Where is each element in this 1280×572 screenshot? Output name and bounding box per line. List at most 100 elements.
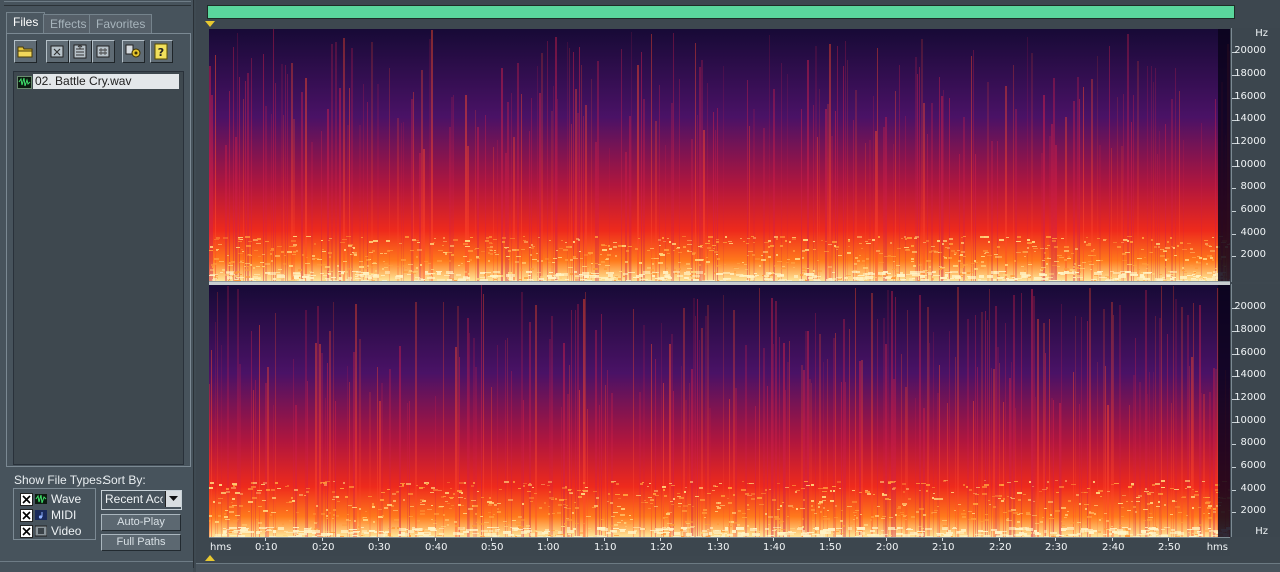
- hz-tick-label: 8000: [1240, 181, 1266, 192]
- organizer-panel: Files Effects Favorites ? 02. Battle Cry…: [0, 0, 194, 572]
- panel-top-border: [4, 1, 191, 6]
- time-tick: [491, 538, 492, 541]
- time-tick-label: 1:40: [763, 542, 786, 553]
- hz-unit-label: Hz: [1255, 28, 1268, 39]
- time-tick: [604, 538, 605, 541]
- spectrogram-image: [209, 29, 1230, 281]
- start-cursor-marker[interactable]: [205, 21, 215, 27]
- hz-tick: [1232, 256, 1236, 257]
- top-cursor-ruler: [205, 18, 1233, 28]
- wave-checkbox[interactable]: [20, 493, 33, 506]
- wave-icon: [35, 493, 47, 505]
- close-file-button[interactable]: [46, 40, 69, 63]
- video-label: Video: [51, 524, 82, 538]
- time-tick: [773, 538, 774, 541]
- time-tick-label: 2:10: [932, 542, 955, 553]
- time-tick: [999, 538, 1000, 541]
- overview-bar[interactable]: [207, 5, 1235, 19]
- time-tick: [547, 538, 548, 541]
- close-all-icon: [73, 44, 87, 59]
- files-tab-content: ? 02. Battle Cry.wav: [6, 33, 191, 467]
- hz-tick-label: 16000: [1234, 347, 1266, 358]
- organizer-bottom-bar: [0, 561, 193, 572]
- hz-unit-label: Hz: [1255, 526, 1268, 537]
- time-tick: [1168, 538, 1169, 541]
- wave-label: Wave: [51, 492, 82, 506]
- hz-tick-label: 6000: [1240, 460, 1266, 471]
- hz-tick-label: 8000: [1240, 437, 1266, 448]
- sort-by-select[interactable]: Recent Access: [101, 490, 182, 510]
- time-tick: [660, 538, 661, 541]
- file-name[interactable]: 02. Battle Cry.wav: [33, 74, 179, 89]
- midi-label: MIDI: [51, 508, 77, 522]
- hz-tick: [1232, 211, 1236, 212]
- time-tick-label: 0:20: [312, 542, 335, 553]
- hz-tick-label: 18000: [1234, 324, 1266, 335]
- time-tick: [886, 538, 887, 541]
- sort-by-value: Recent Access: [105, 492, 163, 506]
- hz-tick-label: 10000: [1234, 415, 1266, 426]
- tab-favorites[interactable]: Favorites: [89, 14, 153, 33]
- time-tick-label: 0:30: [368, 542, 391, 553]
- midi-checkbox[interactable]: [20, 509, 33, 522]
- wave-file-icon: [17, 76, 32, 89]
- hz-tick-label: 12000: [1234, 136, 1266, 147]
- time-tick-label: 0:50: [481, 542, 504, 553]
- hz-tick-label: 4000: [1240, 483, 1266, 494]
- auto-play-button[interactable]: Auto-Play: [101, 514, 181, 531]
- sort-by-label: Sort By:: [103, 473, 146, 487]
- help-icon: ?: [154, 43, 168, 60]
- hz-tick-label: 18000: [1234, 68, 1266, 79]
- spectrogram-left-channel[interactable]: [209, 29, 1230, 281]
- time-tick-label: 1:10: [594, 542, 617, 553]
- time-tick-label: 2:20: [989, 542, 1012, 553]
- midi-icon: [35, 509, 47, 521]
- hz-tick-label: 16000: [1234, 91, 1266, 102]
- time-tick-label: 2:50: [1158, 542, 1181, 553]
- time-tick: [322, 538, 323, 541]
- file-types-group: Wave MIDI Video: [13, 488, 96, 540]
- time-tick: [435, 538, 436, 541]
- frequency-ruler-bottom: Hz 20000 18000 16000 14000 12000 10000 8000 600…: [1231, 284, 1280, 537]
- frequency-ruler-top: Hz 20000 18000 16000 14000 12000 10000 8000 600…: [1231, 28, 1280, 282]
- options-icon: [125, 44, 141, 58]
- tab-effects[interactable]: Effects: [43, 14, 94, 33]
- time-tick-label: 1:00: [537, 542, 560, 553]
- time-tick-label: 2:40: [1102, 542, 1125, 553]
- hz-tick-label: 14000: [1234, 369, 1266, 380]
- tab-files[interactable]: Files: [6, 12, 46, 34]
- time-tick: [1055, 538, 1056, 541]
- hz-tick-label: 12000: [1234, 392, 1266, 403]
- time-ruler[interactable]: hms hms 0:10 0:20 0:30 0:40 0:50 1:00 1:10 1:20…: [209, 537, 1230, 556]
- spectrogram-image: [209, 285, 1230, 537]
- hz-tick-label: 14000: [1234, 113, 1266, 124]
- time-tick-label: 2:00: [876, 542, 899, 553]
- time-tick: [829, 538, 830, 541]
- hz-tick-label: 4000: [1240, 227, 1266, 238]
- insert-multitrack-button[interactable]: [92, 40, 115, 63]
- hz-tick-label: 2000: [1240, 249, 1266, 260]
- full-paths-button[interactable]: Full Paths: [101, 534, 181, 551]
- insert-into-multitrack-icon: [96, 45, 110, 58]
- open-file-button[interactable]: [14, 40, 37, 63]
- time-tick: [942, 538, 943, 541]
- hz-tick-label: 20000: [1234, 301, 1266, 312]
- end-cursor-marker[interactable]: [205, 555, 215, 561]
- time-tick-label: 1:30: [707, 542, 730, 553]
- file-list[interactable]: 02. Battle Cry.wav: [13, 71, 184, 465]
- time-tick-label: 1:20: [650, 542, 673, 553]
- hz-tick: [1232, 490, 1236, 491]
- time-tick: [717, 538, 718, 541]
- time-tick: [1112, 538, 1113, 541]
- spectrogram-right-channel[interactable]: [209, 285, 1230, 537]
- close-all-button[interactable]: [69, 40, 92, 63]
- chevron-down-icon[interactable]: [165, 491, 181, 507]
- close-file-icon: [50, 45, 64, 58]
- hz-tick: [1232, 512, 1236, 513]
- options-button[interactable]: [122, 40, 145, 63]
- video-checkbox[interactable]: [20, 525, 33, 538]
- hz-tick: [1232, 467, 1236, 468]
- time-tick-label: 0:40: [425, 542, 448, 553]
- hz-tick-label: 6000: [1240, 204, 1266, 215]
- help-button[interactable]: ?: [150, 40, 173, 63]
